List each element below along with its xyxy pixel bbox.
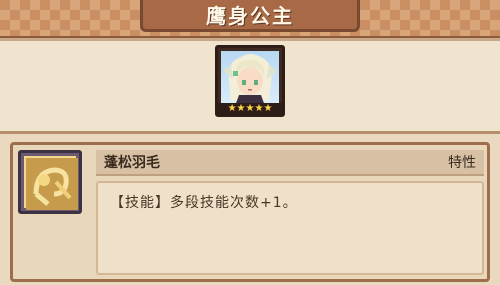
skill-header: 蓬松羽毛 特性 — [96, 150, 484, 176]
character-detail-window: 鹰身公主 ★ ★ ★ ★ ★ 蓬松羽毛 特性 【技能】多段技能次数+1。 — [0, 0, 500, 285]
star-icon: ★ — [254, 103, 264, 114]
skill-type: 特性 — [448, 155, 476, 171]
skill-name: 蓬松羽毛 — [104, 155, 160, 171]
character-portrait[interactable]: ★ ★ ★ ★ ★ — [215, 45, 285, 117]
star-icon: ★ — [245, 103, 255, 114]
skill-icon-slot[interactable] — [18, 150, 82, 214]
harpy-princess-portrait-icon — [221, 51, 279, 104]
star-icon: ★ — [263, 103, 273, 114]
title-plate: 鹰身公主 — [140, 0, 360, 32]
star-icon: ★ — [227, 103, 237, 114]
rarity-stars: ★ ★ ★ ★ ★ — [218, 103, 282, 114]
skill-description-box: 【技能】多段技能次数+1。 — [96, 181, 484, 275]
feather-skill-icon — [24, 156, 78, 210]
star-icon: ★ — [236, 103, 246, 114]
character-title: 鹰身公主 — [206, 4, 294, 28]
skill-description: 【技能】多段技能次数+1。 — [110, 195, 298, 211]
